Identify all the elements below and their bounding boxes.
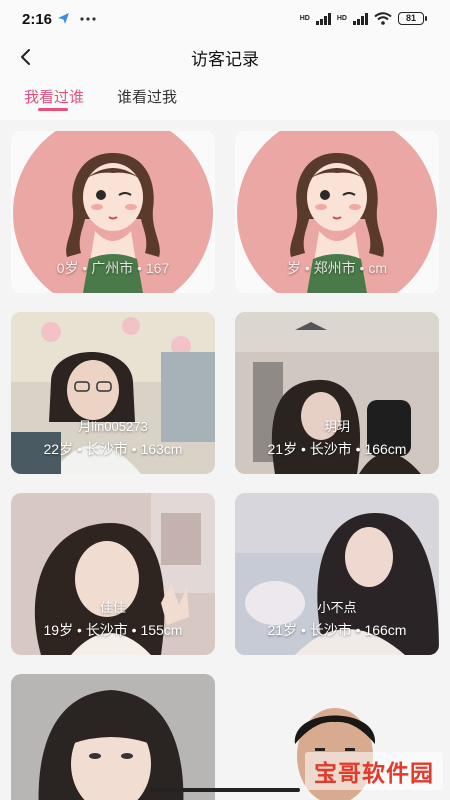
send-icon — [58, 13, 69, 24]
visitor-name: 玥玥 — [323, 419, 350, 434]
nav-bar: 访客记录 — [0, 40, 450, 74]
visitor-name: 佳佳 — [99, 600, 126, 615]
visitor-info: 19岁 • 长沙市 • 155cm — [43, 622, 183, 638]
status-right: HD HD 81 — [299, 12, 427, 25]
page-title: 访客记录 — [191, 50, 259, 69]
active-tab-indicator — [38, 108, 68, 111]
visitor-info: 0岁 • 广州市 • 167 — [56, 260, 170, 276]
visitor-info: 22岁 • 长沙市 • 163cm — [43, 441, 183, 457]
signal-icon-2 — [353, 12, 368, 25]
wifi-icon — [374, 12, 392, 25]
visitor-card[interactable]: 佳佳 19岁 • 长沙市 • 155cm — [11, 493, 215, 655]
visitor-info: 21岁 • 长沙市 • 166cm — [267, 622, 407, 638]
visitor-name: 月lin005273 — [78, 419, 148, 434]
signal-icon — [315, 12, 331, 25]
visitor-info: 岁 • 郑州市 • cm — [286, 260, 388, 276]
visitor-card[interactable]: 岁 • 郑州市 • cm — [235, 131, 439, 293]
status-time: 2:16 — [22, 11, 53, 28]
more-dots-icon — [80, 16, 96, 21]
visitor-card[interactable]: 小不点 21岁 • 长沙市 • 166cm — [235, 493, 439, 655]
tab-i-viewed[interactable]: 我看过谁 — [24, 86, 84, 107]
visitor-card[interactable]: 月lin005273 22岁 • 长沙市 • 163cm — [11, 312, 215, 474]
hd-label-1: HD — [299, 15, 310, 22]
tab-bar: 我看过谁 谁看过我 — [0, 74, 450, 120]
avatar-photo — [11, 674, 215, 800]
visitor-name: 小不点 — [317, 600, 357, 615]
visitor-info: 21岁 • 长沙市 • 166cm — [267, 441, 407, 457]
watermark-text: 宝哥软件园 — [314, 760, 434, 786]
visitor-card[interactable] — [11, 674, 215, 800]
visitor-card[interactable]: 0岁 • 广州市 • 167 — [11, 131, 215, 293]
status-bar: 2:16 HD HD 81 — [0, 0, 450, 40]
battery-icon: 81 — [398, 12, 427, 25]
tab-viewed-me[interactable]: 谁看过我 — [117, 86, 177, 107]
watermark-logo: 宝哥软件园 — [305, 752, 443, 790]
status-left-icons — [57, 12, 96, 25]
visitor-card[interactable]: 玥玥 21岁 • 长沙市 • 166cm — [235, 312, 439, 474]
home-indicator[interactable] — [150, 788, 300, 792]
hd-label-2: HD — [336, 15, 347, 22]
